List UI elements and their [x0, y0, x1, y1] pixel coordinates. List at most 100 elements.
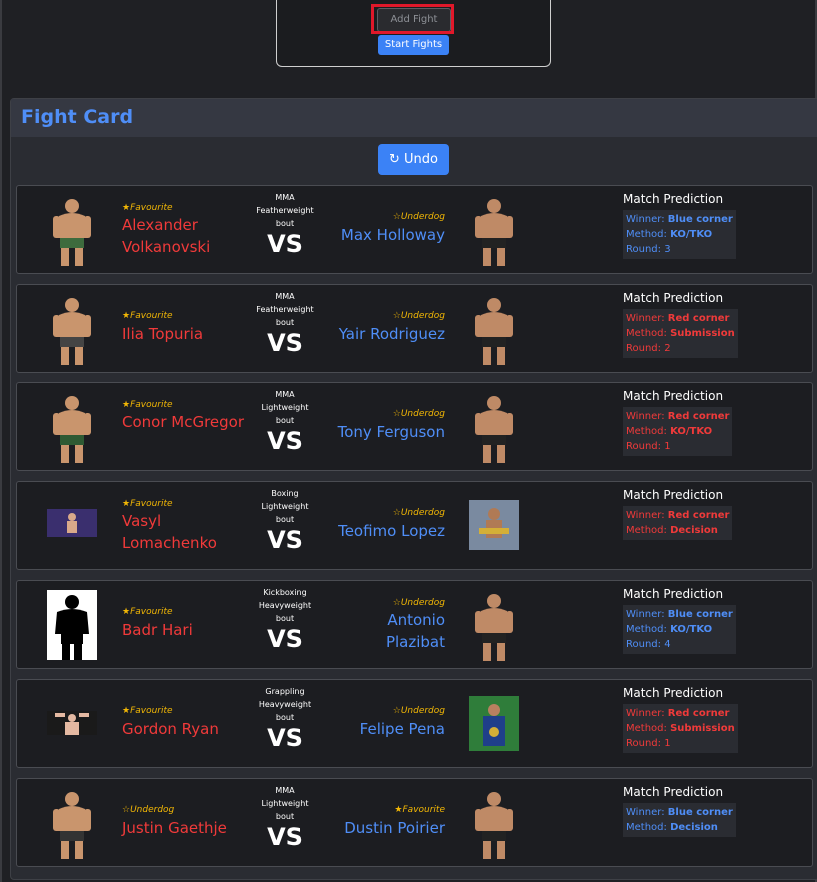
prediction-round: Round: 2 [626, 343, 671, 354]
method-value: KO/TKO [670, 426, 713, 437]
left-fighter-name[interactable]: Gordon Ryan [122, 718, 247, 740]
left-fighter-photo [47, 291, 97, 365]
prediction-method: Method: Decision [626, 820, 733, 835]
method-value: KO/TKO [670, 624, 713, 635]
method-label: Method: [626, 723, 667, 734]
right-fighter-status: ☆Underdog [393, 508, 445, 518]
winner-label: Winner: [626, 313, 665, 324]
prediction-round: Round: 3 [626, 244, 671, 255]
bout-line-3: bout [275, 614, 295, 623]
prediction-winner: Winner: Red corner [626, 508, 729, 523]
right-fighter-status-label: Underdog [400, 598, 445, 608]
right-fighter-status: ☆Underdog [393, 212, 445, 222]
bout-line-1: MMA [275, 193, 295, 202]
star-outline-icon: ☆ [122, 805, 131, 815]
match-prediction-title: Match Prediction [623, 686, 724, 700]
right-fighter-name[interactable]: Teofimo Lopez [315, 520, 445, 542]
right-fighter-name[interactable]: Felipe Pena [315, 718, 445, 740]
right-fighter-status: ☆Underdog [393, 598, 445, 608]
winner-value: Red corner [667, 411, 730, 422]
right-fighter-name[interactable]: Antonio Plazibat [365, 609, 445, 653]
prediction-round: Round: 1 [626, 441, 671, 452]
winner-label: Winner: [626, 807, 665, 818]
star-outline-icon: ☆ [392, 508, 401, 518]
vs-label: VS [267, 625, 303, 653]
left-fighter-status: ★Favourite [122, 203, 173, 213]
right-fighter-name[interactable]: Dustin Poirier [315, 817, 445, 839]
match-prediction-title: Match Prediction [623, 785, 724, 799]
left-fighter-name[interactable]: Justin Gaethje [122, 817, 247, 839]
winner-value: Red corner [667, 510, 730, 521]
star-outline-icon: ☆ [392, 212, 401, 222]
bout-line-2: Heavyweight [258, 601, 312, 610]
left-fighter-status: ★Favourite [122, 311, 173, 321]
match-prediction-box: Winner: Red corner Method: Decision [623, 506, 733, 540]
left-fighter-status-label: Favourite [130, 311, 173, 321]
left-fighter-photo [47, 590, 97, 664]
match-prediction-title: Match Prediction [623, 389, 724, 403]
bout-line-2: Lightweight [261, 799, 309, 808]
prediction-winner: Winner: Blue corner [626, 805, 733, 820]
prediction-method: Method: KO/TKO [626, 227, 733, 242]
fight-row: ★Favourite Ilia Topuria MMA Featherweight bo… [16, 284, 813, 373]
right-fighter-photo [469, 389, 519, 463]
right-fighter-photo [469, 785, 519, 859]
prediction-method: Method: Decision [626, 523, 729, 538]
prediction-method: Method: KO/TKO [626, 622, 733, 637]
winner-label: Winner: [626, 411, 665, 422]
star-filled-icon: ★ [122, 203, 131, 213]
winner-label: Winner: [626, 214, 665, 225]
match-prediction-box: Winner: Blue corner Method: KO/TKO Round: … [623, 605, 736, 654]
left-fighter-name[interactable]: Conor McGregor [122, 411, 247, 433]
fight-row: ☆Underdog Justin Gaethje MMA Lightweight bou… [16, 778, 813, 867]
right-fighter-name[interactable]: Max Holloway [315, 224, 445, 246]
bout-line-1: MMA [275, 292, 295, 301]
method-label: Method: [626, 822, 667, 833]
right-fighter-photo [469, 696, 519, 770]
winner-value: Blue corner [667, 609, 733, 620]
left-fighter-photo [47, 785, 97, 859]
prediction-winner: Winner: Blue corner [626, 607, 733, 622]
start-fights-button[interactable]: Start Fights [378, 35, 449, 55]
right-fighter-status: ☆Underdog [393, 409, 445, 419]
match-prediction-box: Winner: Red corner Method: Submission Roun… [623, 309, 738, 358]
method-label: Method: [626, 426, 667, 437]
match-prediction-box: Winner: Blue corner Method: KO/TKO Round: … [623, 210, 736, 259]
add-fight-button[interactable]: Add Fight [377, 8, 451, 32]
bout-line-2: Heavyweight [258, 700, 312, 709]
method-label: Method: [626, 229, 667, 240]
bout-line-2: Lightweight [261, 502, 309, 511]
bout-line-1: Kickboxing [263, 588, 307, 597]
prediction-method: Method: Submission [626, 721, 735, 736]
right-fighter-photo [469, 500, 519, 574]
prediction-winner: Winner: Red corner [626, 311, 735, 326]
left-fighter-status-label: Favourite [130, 499, 173, 509]
fight-row: ★Favourite Vasyl Lomachenko Boxing Lightwei… [16, 481, 813, 570]
fight-row: ★Favourite Badr Hari Kickboxing Heavyweight… [16, 580, 813, 669]
star-outline-icon: ☆ [392, 311, 401, 321]
bout-type: Kickboxing Heavyweight bout [243, 586, 327, 625]
left-fighter-status: ★Favourite [122, 706, 173, 716]
bout-line-2: Featherweight [256, 305, 314, 314]
winner-value: Red corner [667, 708, 730, 719]
left-fighter-status-label: Underdog [130, 805, 175, 815]
prediction-winner: Winner: Blue corner [626, 212, 733, 227]
left-fighter-name[interactable]: Vasyl Lomachenko [122, 510, 247, 554]
star-outline-icon: ☆ [392, 598, 401, 608]
left-fighter-name[interactable]: Alexander Volkanovski [122, 214, 247, 258]
star-filled-icon: ★ [122, 311, 131, 321]
left-edge [0, 0, 2, 882]
right-fighter-name[interactable]: Tony Ferguson [315, 421, 445, 443]
left-fighter-name[interactable]: Ilia Topuria [122, 323, 247, 345]
left-fighter-photo [47, 711, 97, 785]
right-fighter-name[interactable]: Yair Rodriguez [315, 323, 445, 345]
method-label: Method: [626, 328, 667, 339]
method-label: Method: [626, 525, 667, 536]
prediction-winner: Winner: Red corner [626, 706, 735, 721]
left-fighter-name[interactable]: Badr Hari [122, 619, 247, 641]
undo-button[interactable]: ↻ Undo [378, 144, 449, 175]
right-fighter-status-label: Underdog [400, 212, 445, 222]
prediction-method: Method: Submission [626, 326, 735, 341]
method-value: Submission [670, 723, 735, 734]
prediction-method: Method: KO/TKO [626, 424, 729, 439]
